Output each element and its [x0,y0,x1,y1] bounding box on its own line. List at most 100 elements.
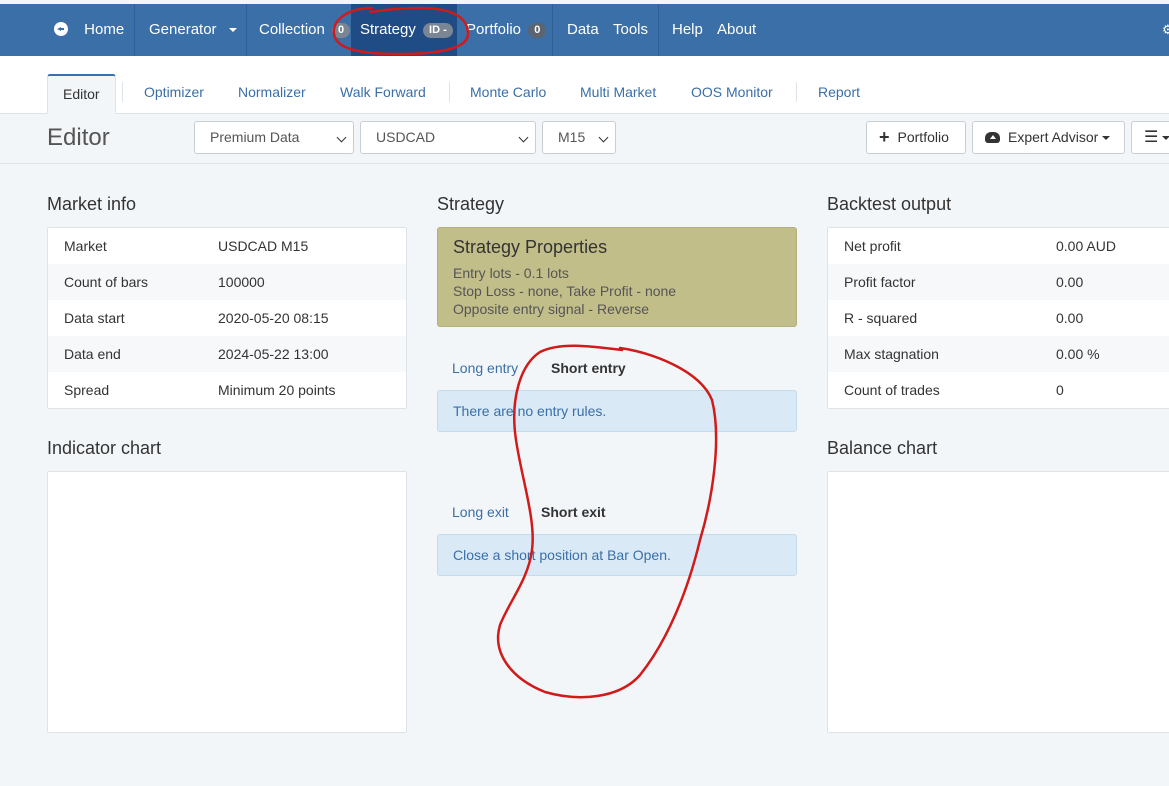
nav-tools-label: Tools [613,21,649,38]
nav-divider [552,4,553,56]
nav-portfolio[interactable]: Portfolio 0 [466,4,547,56]
period-value: M15 [558,129,586,145]
exit-rules-message: Close a short position at Bar Open. [437,534,797,576]
cloud-download-icon [985,132,1000,143]
table-row: Max stagnation 0.00 % [828,336,1169,372]
row-key: Data start [64,310,125,326]
table-row: Market USDCAD M15 [48,228,406,264]
strategy-properties-box[interactable]: Strategy Properties Entry lots - 0.1 lot… [437,227,797,327]
nav-generator-label: Generator [149,21,217,38]
row-key: Count of trades [844,382,940,398]
table-row: Data start 2020-05-20 08:15 [48,300,406,336]
nav-collection[interactable]: Collection 0 [259,4,351,56]
add-to-portfolio-button[interactable]: + Portfolio [866,121,966,154]
nav-generator[interactable]: Generator [149,4,217,56]
nav-about-label: About [717,21,757,38]
properties-line: Opposite entry signal - Reverse [453,301,650,317]
nav-about[interactable]: About [717,4,756,56]
tab-monte-carlo[interactable]: Monte Carlo [470,74,546,114]
chevron-down-icon [598,132,609,143]
tab-normalizer[interactable]: Normalizer [238,74,306,114]
tab-optimizer[interactable]: Optimizer [144,74,204,114]
row-key: Count of bars [64,274,149,290]
nav-data[interactable]: Data [567,4,599,56]
table-row: Count of trades 0 [828,372,1169,408]
row-key: Data end [64,346,121,362]
row-value: 0.00 [1056,310,1084,326]
portfolio-button-label: Portfolio [897,129,949,145]
short-exit-tab[interactable]: Short exit [541,504,606,520]
caret-down-icon [229,28,237,32]
data-source-select[interactable]: Premium Data [194,121,354,154]
indicator-chart-panel [47,471,407,733]
row-key: Market [64,238,107,254]
row-value: 0.00 [1056,274,1084,290]
nav-help[interactable]: Help [672,4,703,56]
collection-count-badge: 0 [332,23,351,38]
tab-oos-monitor[interactable]: OOS Monitor [691,74,773,114]
nav-divider [658,4,659,56]
row-value: 2020-05-20 08:15 [218,310,329,326]
strategy-id-badge: ID - [423,23,453,38]
chevron-down-icon [518,132,529,143]
row-value: Minimum 20 points [218,382,336,398]
expert-advisor-button[interactable]: Expert Advisor [972,121,1125,154]
tab-multi-market[interactable]: Multi Market [580,74,656,114]
portfolio-count-badge: 0 [528,23,547,38]
period-select[interactable]: M15 [542,121,616,154]
tab-divider [449,82,450,102]
nav-divider [246,4,247,56]
nav-data-label: Data [567,21,599,38]
row-key: Profit factor [844,274,916,290]
indicator-chart-title: Indicator chart [47,438,162,458]
symbol-value: USDCAD [376,129,436,145]
tab-editor[interactable]: Editor [47,74,116,114]
menu-button[interactable]: ☰ [1131,121,1169,154]
nav-generator-dropdown[interactable] [229,4,237,56]
entry-rules-message: There are no entry rules. [437,390,797,432]
tool-tabs: Editor Optimizer Normalizer Walk Forward… [0,56,1169,114]
nav-tools[interactable]: Tools [613,4,648,56]
row-value: 0.00 AUD [1056,238,1116,254]
balance-chart-panel [827,471,1169,733]
expert-advisor-label: Expert Advisor [1008,129,1099,145]
row-key: R - squared [844,310,918,326]
nav-strategy-label: Strategy [360,21,416,38]
market-info-title: Market info [47,194,137,214]
nav-strategy[interactable]: Strategy ID - [360,4,453,56]
market-info-table: Market USDCAD M15 Count of bars 100000 Dat… [47,227,407,409]
nav-collection-label: Collection [259,21,325,38]
properties-line: Stop Loss - none, Take Profit - none [453,283,677,299]
nav-divider [134,4,135,56]
row-key: Spread [64,382,110,398]
table-row: Spread Minimum 20 points [48,372,406,408]
long-entry-tab[interactable]: Long entry [452,360,518,376]
table-row: Profit factor 0.00 [828,264,1169,300]
row-value: 0.00 % [1056,346,1100,362]
nav-portfolio-label: Portfolio [466,21,522,38]
row-key: Max stagnation [844,346,939,362]
table-row: Count of bars 100000 [48,264,406,300]
strategy-title: Strategy [437,194,505,214]
short-entry-tab[interactable]: Short entry [551,360,626,376]
nav-home[interactable]: Home [54,4,124,56]
circle-arrow-left-icon [54,22,68,36]
tab-walk-forward[interactable]: Walk Forward [340,74,426,114]
long-exit-tab[interactable]: Long exit [452,504,509,520]
row-value: 2024-05-22 13:00 [218,346,329,362]
plus-icon: + [879,127,890,147]
nav-help-label: Help [672,21,703,38]
page-title: Editor [47,124,110,151]
caret-down-icon [1102,136,1111,140]
editor-toolbar: Editor Premium Data USDCAD M15 + Portfoli… [0,114,1169,164]
symbol-select[interactable]: USDCAD [360,121,536,154]
tab-divider [122,82,123,102]
row-value: 100000 [218,274,265,290]
top-navbar: Home Generator Collection 0 Strategy ID … [0,4,1169,56]
nav-settings-icon[interactable]: ⚙ [1162,4,1169,56]
row-value: USDCAD M15 [218,238,309,254]
data-source-value: Premium Data [210,129,300,145]
strategy-properties-title: Strategy Properties [453,237,608,257]
tab-report[interactable]: Report [818,74,860,114]
tab-divider [796,82,797,102]
